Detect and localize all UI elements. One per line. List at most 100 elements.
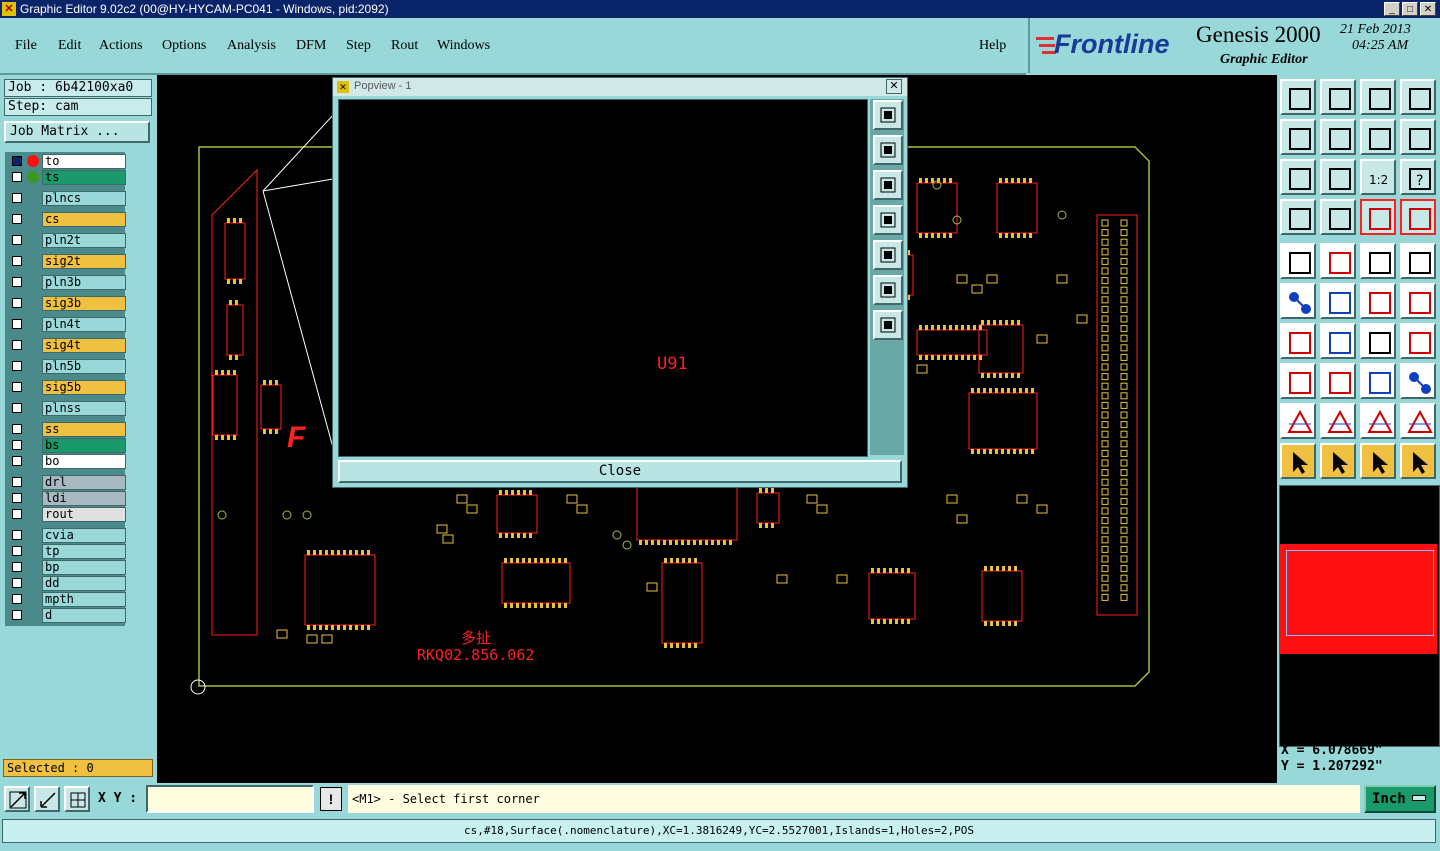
menu-help[interactable]: Help: [979, 38, 1006, 54]
tool-move-right-button[interactable]: [1320, 119, 1356, 155]
layer-row-pln3b[interactable]: pln3b: [8, 275, 126, 290]
overview-panel[interactable]: [1279, 485, 1440, 747]
layer-row-sig2t[interactable]: sig2t: [8, 254, 126, 269]
tool-mirror-button[interactable]: [1400, 119, 1436, 155]
tool-dash-button[interactable]: [1320, 363, 1356, 399]
tool-pads-button[interactable]: [1400, 363, 1436, 399]
layer-row-plnss[interactable]: plnss: [8, 401, 126, 416]
layer-checkbox[interactable]: [12, 546, 22, 556]
layer-row-ldi[interactable]: ldi: [8, 491, 126, 506]
layer-row-drl[interactable]: drl: [8, 475, 126, 490]
tool-triangle-d-button[interactable]: [1400, 403, 1436, 439]
layer-row-plncs[interactable]: plncs: [8, 191, 126, 206]
layer-row-rout[interactable]: rout: [8, 507, 126, 522]
layer-checkbox[interactable]: [12, 440, 22, 450]
tool-layers-a-button[interactable]: [1360, 199, 1396, 235]
tool-settings-button[interactable]: [1280, 199, 1316, 235]
layer-checkbox[interactable]: [12, 235, 22, 245]
layer-row-bs[interactable]: bs: [8, 438, 126, 453]
menu-step[interactable]: Step: [346, 38, 371, 54]
job-matrix-button[interactable]: Job Matrix ...: [4, 121, 150, 143]
grid-button[interactable]: [64, 786, 90, 812]
minimize-button[interactable]: _: [1384, 2, 1400, 16]
layer-row-sig4t[interactable]: sig4t: [8, 338, 126, 353]
layer-row-pln2t[interactable]: pln2t: [8, 233, 126, 248]
tool-panel-split-button[interactable]: [1400, 79, 1436, 115]
tool-arc-button[interactable]: [1360, 323, 1396, 359]
layer-row-dd[interactable]: dd: [8, 576, 126, 591]
layer-row-bp[interactable]: bp: [8, 560, 126, 575]
tool-node-link-b-button[interactable]: [1400, 283, 1436, 319]
zoom-home-button[interactable]: [4, 786, 30, 812]
menu-windows[interactable]: Windows: [437, 38, 490, 54]
layer-row-to[interactable]: to: [8, 154, 126, 169]
tool-upload-button[interactable]: [1280, 79, 1316, 115]
layer-checkbox[interactable]: [12, 530, 22, 540]
tool-layers-b-button[interactable]: [1400, 199, 1436, 235]
tool-select-line-button[interactable]: [1320, 243, 1356, 279]
layer-row-sig3b[interactable]: sig3b: [8, 296, 126, 311]
tool-help-button[interactable]: ?: [1400, 159, 1436, 195]
layer-row-cvia[interactable]: cvia: [8, 528, 126, 543]
layer-row-mpth[interactable]: mpth: [8, 592, 126, 607]
menu-actions[interactable]: Actions: [99, 38, 143, 54]
layer-row-d[interactable]: d: [8, 608, 126, 623]
units-dropdown-icon[interactable]: [1412, 795, 1426, 801]
menu-analysis[interactable]: Analysis: [227, 38, 276, 54]
layer-row-tp[interactable]: tp: [8, 544, 126, 559]
layer-checkbox[interactable]: [12, 610, 22, 620]
layer-checkbox[interactable]: [12, 256, 22, 266]
layer-checkbox[interactable]: [12, 456, 22, 466]
layer-checkbox[interactable]: [12, 477, 22, 487]
tool-angle-button[interactable]: [1280, 323, 1316, 359]
xy-input[interactable]: [146, 785, 314, 813]
overview-viewport[interactable]: [1286, 550, 1434, 636]
layer-checkbox[interactable]: [12, 562, 22, 572]
tool-mirror-pad-button[interactable]: [1280, 363, 1316, 399]
popview-display[interactable]: U91: [338, 99, 868, 457]
layer-checkbox[interactable]: [12, 172, 22, 182]
tool-home-button[interactable]: [1360, 79, 1396, 115]
layer-row-sig5b[interactable]: sig5b: [8, 380, 126, 395]
layer-checkbox[interactable]: [12, 509, 22, 519]
tool-zoom-fit-button[interactable]: [1280, 159, 1316, 195]
layer-checkbox[interactable]: [12, 319, 22, 329]
popview-pan-right-button[interactable]: [873, 240, 903, 270]
menu-options[interactable]: Options: [162, 38, 206, 54]
tool-grid-view-button[interactable]: [1320, 199, 1356, 235]
layer-checkbox[interactable]: [12, 578, 22, 588]
layer-checkbox[interactable]: [12, 382, 22, 392]
measure-button[interactable]: [34, 786, 60, 812]
popview-pan-left-button[interactable]: [873, 205, 903, 235]
layer-row-cs[interactable]: cs: [8, 212, 126, 227]
layer-row-pln5b[interactable]: pln5b: [8, 359, 126, 374]
tool-triangle-a-button[interactable]: [1280, 403, 1316, 439]
tool-dimension-button[interactable]: [1360, 363, 1396, 399]
layer-row-bo[interactable]: bo: [8, 454, 126, 469]
tool-download-button[interactable]: [1320, 79, 1356, 115]
tool-ruler-button[interactable]: [1360, 243, 1396, 279]
tool-pointer-frame-button[interactable]: [1320, 443, 1356, 479]
tool-triangle-c-button[interactable]: [1360, 403, 1396, 439]
menu-file[interactable]: File: [15, 38, 37, 54]
popview-close-button[interactable]: Close: [338, 460, 902, 483]
layer-row-pln4t[interactable]: pln4t: [8, 317, 126, 332]
layer-checkbox[interactable]: [12, 424, 22, 434]
tool-select-pad-button[interactable]: [1280, 243, 1316, 279]
layer-checkbox[interactable]: [12, 298, 22, 308]
popview-zoom-up-button[interactable]: [873, 135, 903, 165]
layer-checkbox[interactable]: [12, 193, 22, 203]
tool-pointer-red-button[interactable]: [1360, 443, 1396, 479]
close-window-button[interactable]: ✕: [1420, 2, 1436, 16]
layer-checkbox[interactable]: [12, 214, 22, 224]
popview-zoom-down-button[interactable]: [873, 170, 903, 200]
alert-button[interactable]: !: [320, 787, 342, 811]
tool-scale-button[interactable]: 1:2: [1360, 159, 1396, 195]
tool-move-left-button[interactable]: [1280, 119, 1316, 155]
tool-rotate-button[interactable]: [1360, 119, 1396, 155]
layer-checkbox[interactable]: [12, 156, 22, 166]
tool-triangle-b-button[interactable]: [1320, 403, 1356, 439]
layer-row-ts[interactable]: ts: [8, 170, 126, 185]
tool-parallel-button[interactable]: [1400, 323, 1436, 359]
tool-line-blue-button[interactable]: [1320, 323, 1356, 359]
